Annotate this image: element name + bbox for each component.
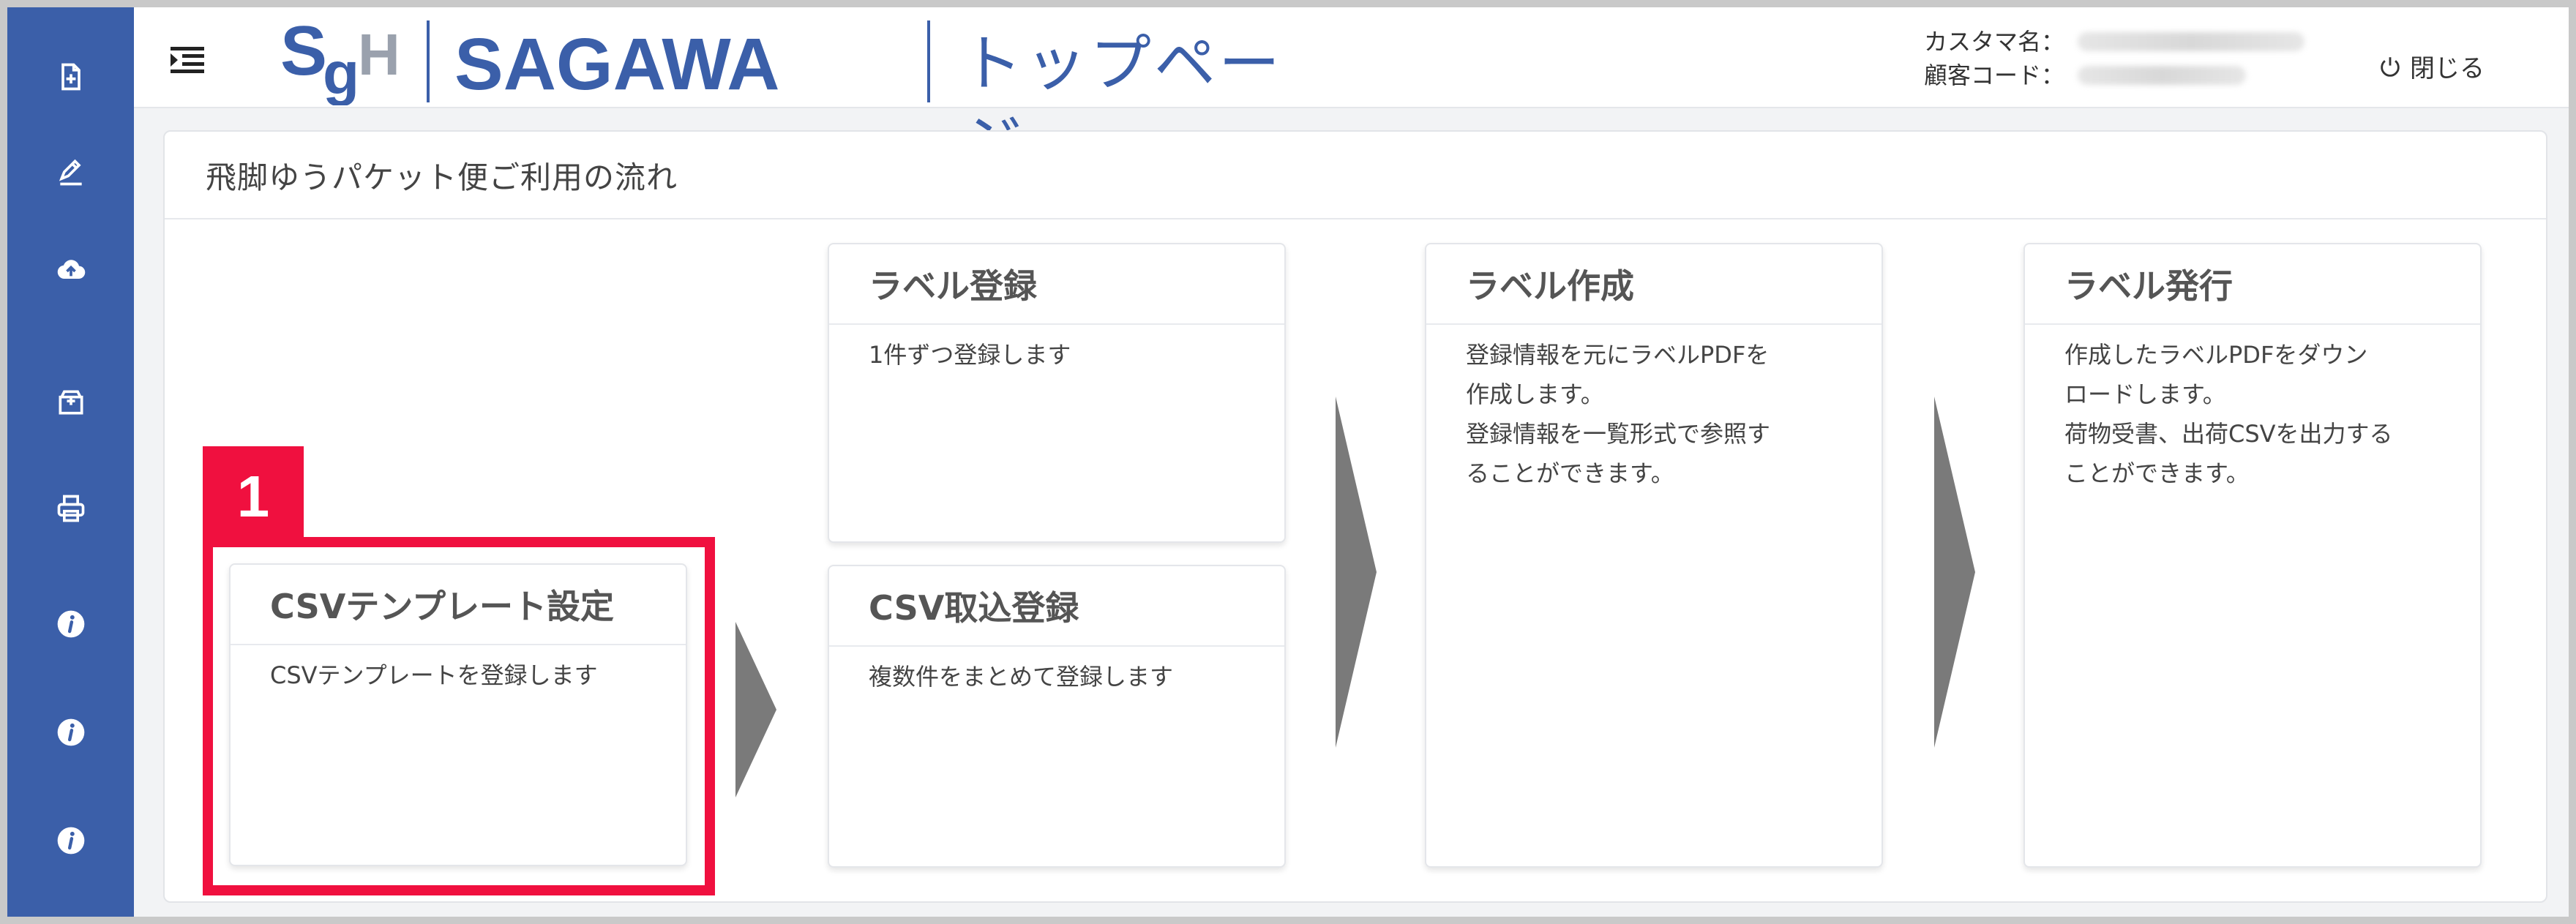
package-icon[interactable] [53, 384, 89, 421]
panel-title: 飛脚ゆうパケット便ご利用の流れ [206, 159, 678, 195]
panel-header: 飛脚ゆうパケット便ご利用の流れ [165, 132, 2546, 219]
printer-icon[interactable] [53, 490, 89, 527]
customer-name-value-redacted [2078, 32, 2305, 51]
card-title: CSV取込登録 [829, 566, 1284, 647]
card-title: ラベル登録 [829, 244, 1284, 325]
logo-divider [427, 20, 430, 102]
card-description: 1件ずつ登録します [869, 341, 1071, 369]
step-badge: 1 [203, 446, 304, 547]
close-button[interactable]: 閉じる [2378, 48, 2485, 84]
csv-import-card[interactable]: CSV取込登録 複数件をまとめて登録します [828, 565, 1286, 868]
desc-line: 荷物受書、出荷CSVを出力する [2064, 420, 2393, 448]
customer-code-label: 顧客コード： [1924, 61, 2065, 89]
edit-icon[interactable] [53, 154, 89, 190]
desc-line: ロードします。 [2064, 380, 2226, 408]
card-title: ラベル発行 [2025, 244, 2480, 325]
highlight-box [203, 537, 715, 895]
power-icon [2381, 56, 2400, 77]
card-description: 登録情報を元にラベルPDFを 作成します。 登録情報を一覧形式で参照す ることが… [1426, 325, 1882, 493]
svg-text:H: H [358, 22, 400, 87]
desc-line: ることができます。 [1466, 459, 1674, 487]
sidebar [7, 7, 134, 917]
arrow-right-icon [735, 622, 776, 797]
desc-line: 登録情報を一覧形式で参照す [1466, 420, 1771, 448]
header: S g H SAGAWA トップページ カスタマ名： 顧客コード： 閉じる [134, 7, 2569, 180]
add-document-icon[interactable] [53, 59, 89, 95]
flow-panel: 飛脚ゆうパケット便ご利用の流れ CSVテンプレート設定 CSVテンプレートを登録… [163, 130, 2547, 903]
svg-text:g: g [323, 40, 359, 105]
sagawa-logo: S g H SAGAWA トップページ [280, 18, 1305, 180]
info-icon[interactable] [53, 606, 89, 642]
label-issue-card[interactable]: ラベル発行 作成したラベルPDFをダウン ロードします。 荷物受書、出荷CSVを… [2023, 243, 2482, 868]
info-icon[interactable] [53, 714, 89, 751]
desc-line: 作成したラベルPDFをダウン [2064, 341, 2368, 369]
label-create-card[interactable]: ラベル作成 登録情報を元にラベルPDFを 作成します。 登録情報を一覧形式で参照… [1425, 243, 1883, 868]
desc-line: 登録情報を元にラベルPDFを [1466, 341, 1770, 369]
cloud-upload-icon[interactable] [53, 252, 89, 289]
arrow-right-icon [1336, 397, 1377, 748]
customer-code-value-redacted [2078, 66, 2247, 85]
label-register-card[interactable]: ラベル登録 1件ずつ登録します [828, 243, 1286, 543]
sgh-logo-icon: S g H [280, 18, 400, 105]
desc-line: 作成します。 [1466, 380, 1604, 408]
card-description: 複数件をまとめて登録します [869, 663, 1174, 691]
arrow-right-icon [1934, 397, 1975, 748]
card-description: 作成したラベルPDFをダウン ロードします。 荷物受書、出荷CSVを出力する こ… [2025, 325, 2480, 493]
title-divider [927, 20, 930, 102]
app-frame: S g H SAGAWA トップページ カスタマ名： 顧客コード： 閉じる 飛脚… [0, 0, 2576, 924]
menu-toggle-icon[interactable] [171, 45, 204, 75]
customer-info: カスタマ名： 顧客コード： [1924, 25, 2305, 92]
customer-name-label: カスタマ名： [1924, 28, 2065, 56]
brand-name: SAGAWA [454, 23, 780, 105]
close-label: 閉じる [2410, 54, 2485, 83]
info-icon[interactable] [53, 822, 89, 859]
card-title: ラベル作成 [1426, 244, 1882, 325]
desc-line: ことができます。 [2064, 459, 2250, 487]
svg-text:S: S [280, 18, 327, 90]
